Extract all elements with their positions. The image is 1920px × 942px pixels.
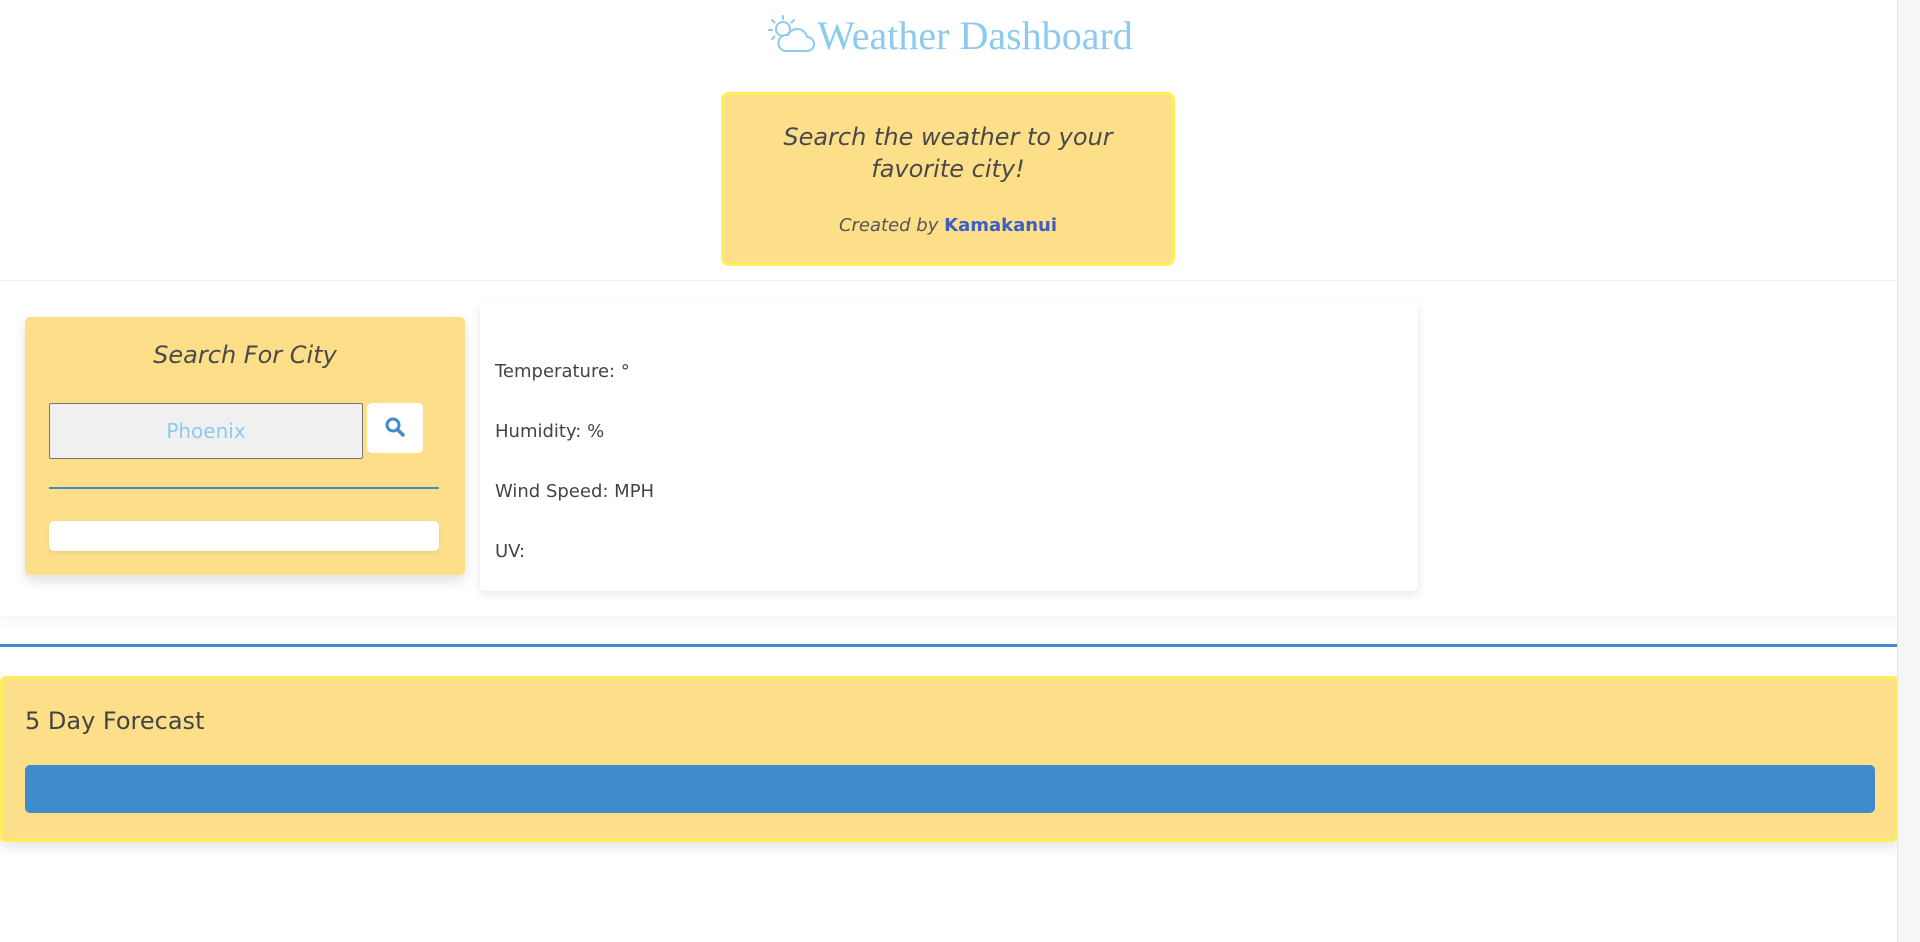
city-search-input[interactable] (49, 403, 363, 459)
vertical-scrollbar[interactable] (1897, 0, 1920, 942)
uv-index-text: UV: (495, 541, 526, 562)
page-title-text: Weather Dashboard (817, 13, 1133, 58)
forecast-cards-row (25, 765, 1875, 813)
credit-line: Created by Kamakanui (724, 215, 1172, 236)
intro-card: Search the weather to your favorite city… (721, 92, 1175, 266)
section-divider (0, 644, 1898, 647)
search-divider (49, 487, 439, 489)
search-card: Search For City (25, 317, 465, 575)
header: Weather Dashboard Search the weather to … (0, 0, 1898, 281)
credit-prefix: Created by (838, 215, 939, 236)
main-section: Search For City Temperature: ° Humidity:… (0, 281, 1898, 616)
intro-text: Search the weather to your favorite city… (783, 123, 1113, 183)
forecast-section: 5 Day Forecast (0, 676, 1898, 842)
current-weather-card: Temperature: ° Humidity: % Wind Speed: M… (480, 303, 1418, 591)
temperature-text: Temperature: ° (495, 361, 630, 382)
humidity-text: Humidity: % (495, 421, 605, 442)
search-history-list[interactable] (49, 521, 439, 551)
search-button[interactable] (367, 403, 423, 453)
search-title: Search For City (153, 341, 337, 369)
page: Weather Dashboard Search the weather to … (0, 0, 1898, 942)
author-link[interactable]: Kamakanui (944, 215, 1057, 236)
page-title: Weather Dashboard (0, 12, 1898, 60)
cloud-sun-icon (768, 15, 816, 52)
wind-speed-text: Wind Speed: MPH (495, 481, 655, 502)
search-icon (385, 417, 405, 437)
forecast-title: 5 Day Forecast (25, 707, 205, 735)
